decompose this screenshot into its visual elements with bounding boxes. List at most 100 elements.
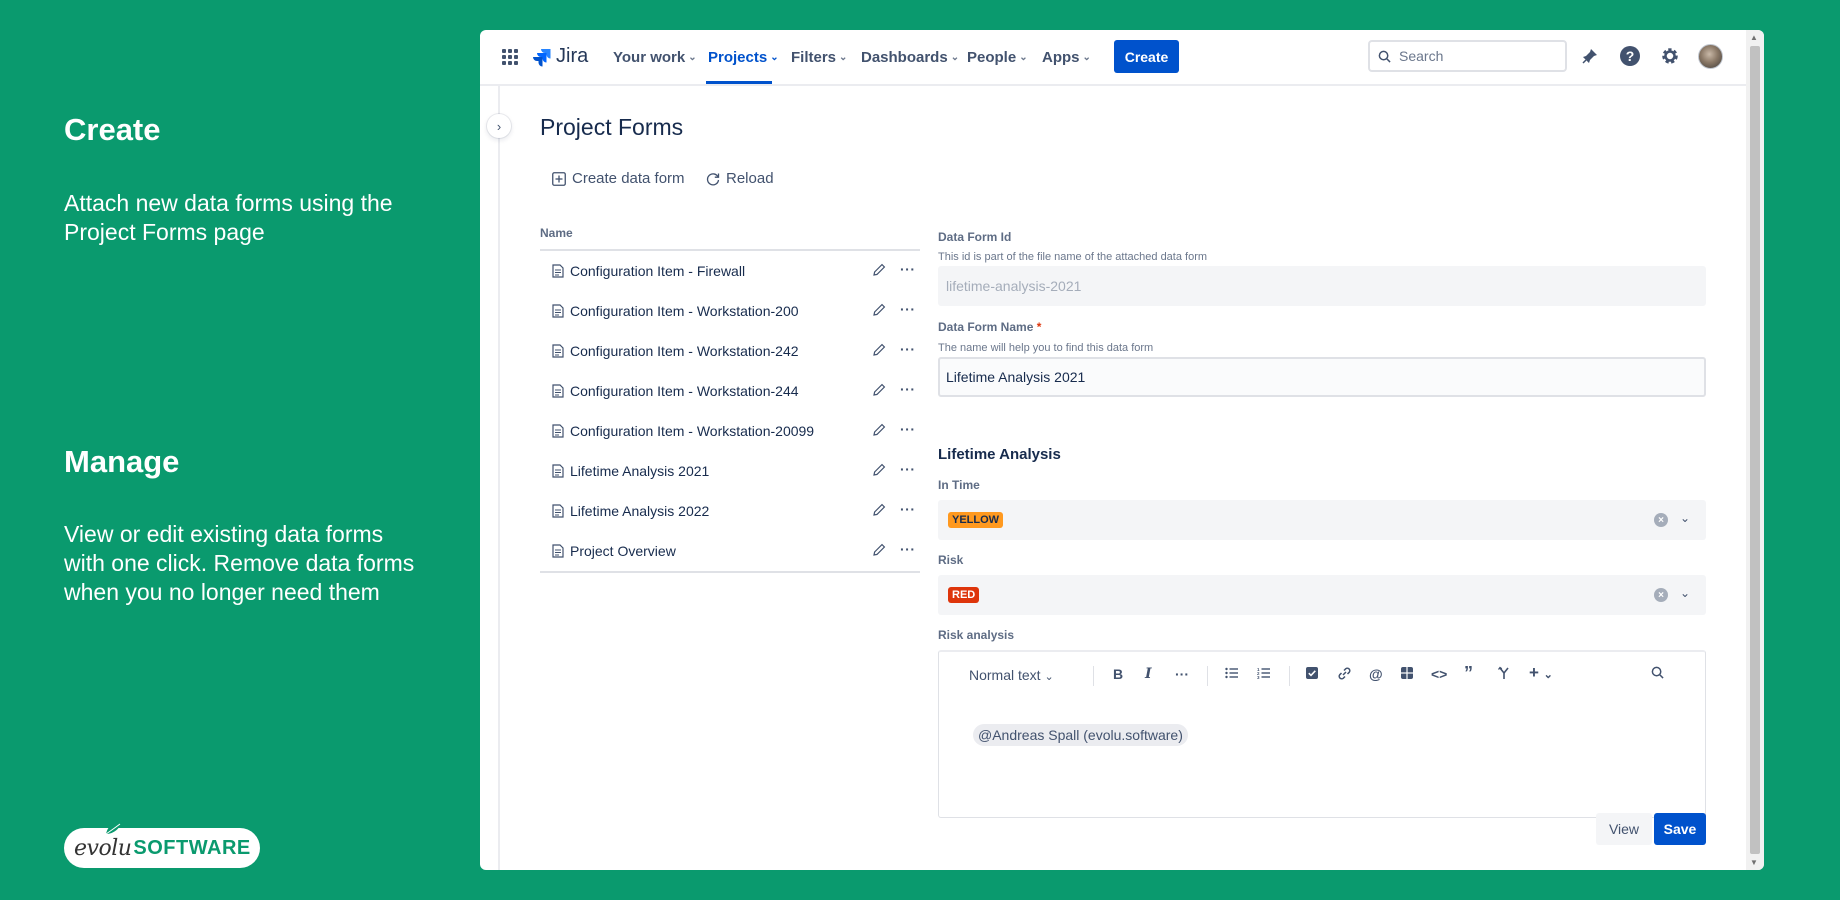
more-actions-icon[interactable]: ···	[900, 301, 916, 317]
edit-pencil-icon[interactable]	[872, 543, 886, 557]
nav-dashboards[interactable]: Dashboards ⌄	[861, 49, 959, 66]
in-time-select[interactable]: YELLOW × ⌄	[938, 500, 1706, 540]
data-form-row[interactable]: Lifetime Analysis 2021 ···	[540, 451, 920, 491]
data-form-row[interactable]: Configuration Item - Workstation-20099 ··…	[540, 411, 920, 451]
save-button[interactable]: Save	[1654, 813, 1706, 845]
data-form-name[interactable]: Configuration Item - Workstation-244	[570, 383, 799, 399]
document-icon	[552, 544, 564, 558]
chevron-down-icon[interactable]: ⌄	[1680, 586, 1690, 600]
nav-label: Your work	[613, 49, 686, 66]
data-form-id-label: Data Form Id	[938, 230, 1012, 244]
nav-label: Projects	[708, 49, 768, 66]
app-switcher-icon[interactable]	[502, 49, 518, 65]
insert-plus-icon[interactable]: + ⌄	[1529, 663, 1553, 683]
numbered-list-icon[interactable]: 123	[1257, 666, 1271, 682]
data-form-name[interactable]: Lifetime Analysis 2022	[570, 503, 709, 519]
code-icon[interactable]: <>	[1431, 666, 1447, 682]
nav-projects[interactable]: Projects ⌄	[708, 49, 779, 66]
notifications-icon[interactable]	[1578, 44, 1602, 68]
data-form-name[interactable]: Configuration Item - Workstation-200	[570, 303, 799, 319]
text-style-dropdown[interactable]: Normal text ⌄	[969, 667, 1054, 683]
more-actions-icon[interactable]: ···	[900, 381, 916, 397]
chevron-down-icon: ⌄	[839, 52, 848, 63]
document-icon	[552, 304, 564, 318]
more-actions-icon[interactable]: ···	[900, 461, 916, 477]
edit-pencil-icon[interactable]	[872, 263, 886, 277]
create-button[interactable]: Create	[1114, 40, 1179, 73]
data-form-name[interactable]: Configuration Item - Firewall	[570, 263, 745, 279]
edit-pencil-icon[interactable]	[872, 503, 886, 517]
nav-label: Apps	[1042, 49, 1080, 66]
search-input[interactable]	[1399, 48, 1549, 64]
data-form-row[interactable]: Lifetime Analysis 2022 ···	[540, 491, 920, 531]
search-icon	[1378, 50, 1391, 63]
nav-label: Filters	[791, 49, 837, 66]
decision-icon[interactable]	[1497, 666, 1511, 683]
chevron-down-icon[interactable]: ⌄	[1680, 511, 1690, 525]
bold-icon[interactable]: B	[1113, 666, 1123, 682]
sidebar-rail	[480, 86, 500, 870]
more-formatting-icon[interactable]: ···	[1175, 666, 1189, 682]
risk-analysis-editor[interactable]: Normal text ⌄ B I ··· 123 @ <> ” + ⌄ @An…	[938, 650, 1706, 818]
data-form-name-help: The name will help you to find this data…	[938, 342, 1154, 354]
more-actions-icon[interactable]: ···	[900, 341, 916, 357]
clear-icon[interactable]: ×	[1654, 588, 1668, 602]
jira-logo[interactable]: Jira	[532, 45, 588, 68]
edit-pencil-icon[interactable]	[872, 463, 886, 477]
edit-pencil-icon[interactable]	[872, 343, 886, 357]
scroll-down-icon[interactable]: ▼	[1750, 858, 1758, 867]
vertical-scrollbar[interactable]: ▲ ▼	[1746, 30, 1764, 870]
nav-people[interactable]: People ⌄	[967, 49, 1028, 66]
scrollbar-thumb[interactable]	[1750, 46, 1760, 854]
text-style-label: Normal text	[969, 667, 1041, 683]
clear-icon[interactable]: ×	[1654, 513, 1668, 527]
nav-apps[interactable]: Apps ⌄	[1042, 49, 1091, 66]
more-actions-icon[interactable]: ···	[900, 261, 916, 277]
create-data-form-button[interactable]: Create data form	[552, 170, 685, 187]
data-form-name[interactable]: Configuration Item - Workstation-242	[570, 343, 799, 359]
refresh-icon	[706, 172, 720, 185]
view-button[interactable]: View	[1596, 813, 1652, 845]
leaf-icon	[105, 822, 122, 835]
data-form-row[interactable]: Configuration Item - Firewall ···	[540, 251, 920, 291]
logo-software-text: SOFTWARE	[133, 836, 251, 859]
nav-filters[interactable]: Filters ⌄	[791, 49, 847, 66]
data-form-row[interactable]: Configuration Item - Workstation-200 ···	[540, 291, 920, 331]
more-actions-icon[interactable]: ···	[900, 541, 916, 557]
risk-select[interactable]: RED × ⌄	[938, 575, 1706, 615]
help-icon[interactable]: ?	[1618, 44, 1642, 68]
bullet-list-icon[interactable]	[1225, 666, 1239, 682]
data-form-row[interactable]: Configuration Item - Workstation-242 ···	[540, 331, 920, 371]
action-item-icon[interactable]	[1305, 666, 1319, 683]
more-actions-icon[interactable]: ···	[900, 501, 916, 517]
data-form-name[interactable]: Configuration Item - Workstation-20099	[570, 423, 814, 439]
edit-pencil-icon[interactable]	[872, 303, 886, 317]
data-form-row[interactable]: Project Overview ···	[540, 531, 920, 571]
user-mention-chip[interactable]: @Andreas Spall (evolu.software)	[973, 724, 1188, 746]
expand-sidebar-button[interactable]: ›	[487, 114, 511, 138]
table-icon[interactable]	[1400, 666, 1414, 683]
scroll-up-icon[interactable]: ▲	[1750, 33, 1758, 42]
edit-pencil-icon[interactable]	[872, 423, 886, 437]
toolbar-divider	[1207, 666, 1208, 686]
create-description: Attach new data forms using the Project …	[64, 190, 393, 245]
data-form-row[interactable]: Configuration Item - Workstation-244 ···	[540, 371, 920, 411]
search-box[interactable]	[1368, 40, 1567, 72]
italic-icon[interactable]: I	[1145, 666, 1152, 682]
name-label-text: Data Form Name	[938, 320, 1034, 334]
link-icon[interactable]	[1337, 666, 1352, 684]
reload-button[interactable]: Reload	[706, 170, 774, 187]
quote-icon[interactable]: ”	[1464, 663, 1473, 684]
user-avatar[interactable]	[1698, 44, 1723, 69]
nav-your-work[interactable]: Your work ⌄	[613, 49, 697, 66]
data-form-name[interactable]: Lifetime Analysis 2021	[570, 463, 709, 479]
list-header-name: Name	[540, 226, 920, 251]
edit-pencil-icon[interactable]	[872, 383, 886, 397]
mention-icon[interactable]: @	[1369, 666, 1383, 682]
find-icon[interactable]	[1651, 666, 1664, 682]
settings-gear-icon[interactable]	[1658, 44, 1682, 68]
data-form-name-field[interactable]: Lifetime Analysis 2021	[938, 357, 1706, 397]
more-actions-icon[interactable]: ···	[900, 421, 916, 437]
data-form-name[interactable]: Project Overview	[570, 543, 676, 559]
status-lozenge-red: RED	[948, 587, 980, 603]
